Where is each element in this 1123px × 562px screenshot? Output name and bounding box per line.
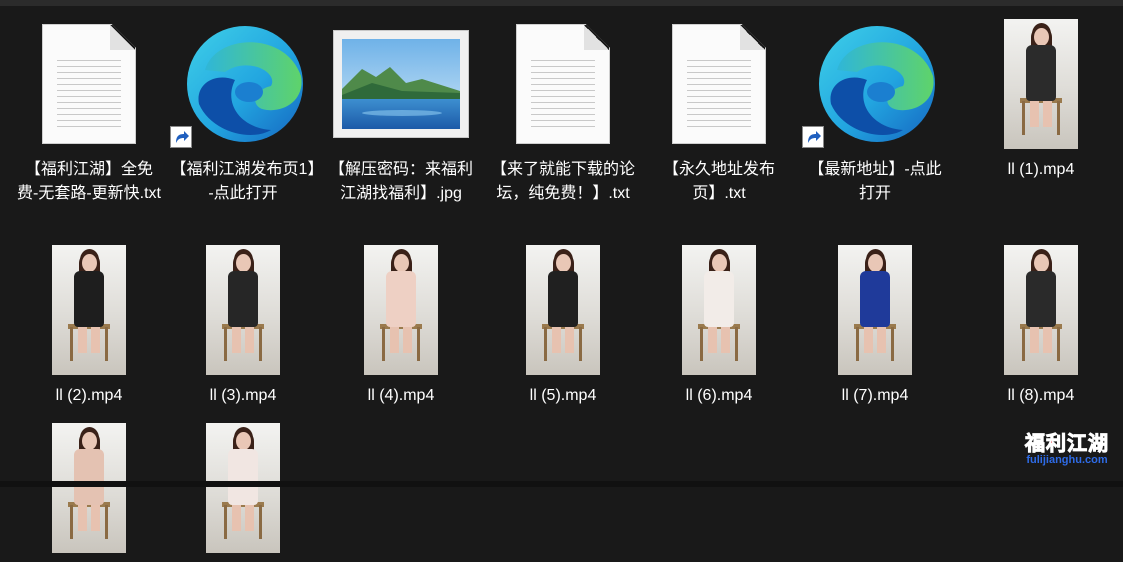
file-thumbnail[interactable]	[486, 20, 640, 148]
file-thumbnail[interactable]	[642, 20, 796, 148]
file-item[interactable]: ll (7).mp4	[798, 245, 952, 408]
file-name-label[interactable]: 【福利江湖发布页1】-点此打开	[166, 158, 320, 206]
video-thumbnail	[364, 245, 438, 375]
text-file-icon	[672, 24, 766, 144]
video-thumbnail	[838, 245, 912, 375]
shortcut-arrow-icon	[802, 126, 824, 148]
file-item[interactable]	[12, 423, 166, 562]
shortcut-arrow-icon	[170, 126, 192, 148]
file-thumbnail[interactable]	[166, 20, 320, 148]
file-item[interactable]: 【福利江湖】全免费-无套路-更新快.txt	[12, 20, 166, 206]
file-item[interactable]: ll (3).mp4	[166, 245, 320, 408]
file-thumbnail[interactable]	[166, 423, 320, 553]
file-thumbnail[interactable]	[964, 19, 1118, 149]
video-thumbnail	[682, 245, 756, 375]
file-item[interactable]: ll (5).mp4	[486, 245, 640, 408]
file-item[interactable]: 【最新地址】-点此打开	[798, 20, 952, 206]
file-name-label[interactable]: 【永久地址发布页】.txt	[642, 158, 796, 206]
edge-browser-icon	[187, 26, 303, 142]
file-name-label[interactable]: 【福利江湖】全免费-无套路-更新快.txt	[12, 158, 166, 206]
file-thumbnail[interactable]	[798, 20, 952, 148]
video-thumbnail	[52, 423, 126, 553]
file-item[interactable]: ll (2).mp4	[12, 245, 166, 408]
video-thumbnail	[52, 245, 126, 375]
file-item[interactable]: ll (6).mp4	[642, 245, 796, 408]
video-thumbnail	[1004, 245, 1078, 375]
file-item[interactable]: 【永久地址发布页】.txt	[642, 20, 796, 206]
file-thumbnail[interactable]	[798, 245, 952, 375]
file-item[interactable]	[166, 423, 320, 562]
file-thumbnail[interactable]	[486, 245, 640, 375]
watermark-logo: 福利江湖 fulijianghu.com	[1021, 432, 1113, 467]
video-thumbnail	[206, 423, 280, 553]
file-name-label[interactable]: ll (8).mp4	[964, 384, 1118, 408]
file-thumbnail[interactable]	[964, 245, 1118, 375]
video-thumbnail	[1004, 19, 1078, 149]
file-thumbnail[interactable]	[324, 20, 478, 148]
file-grid: 【福利江湖】全免费-无套路-更新快.txt 【福利江湖发布页1】-点此打开 【解压密…	[0, 0, 1123, 553]
text-file-icon	[516, 24, 610, 144]
file-name-label[interactable]: 【解压密码：来福利江湖找福利】.jpg	[324, 158, 478, 206]
file-item[interactable]: 【福利江湖发布页1】-点此打开	[166, 20, 320, 206]
horizontal-scrollbar[interactable]	[0, 481, 1123, 487]
file-name-label[interactable]: ll (3).mp4	[166, 384, 320, 408]
watermark-url: fulijianghu.com	[1026, 454, 1108, 466]
file-name-label[interactable]: ll (6).mp4	[642, 384, 796, 408]
file-name-label[interactable]: 【最新地址】-点此打开	[798, 158, 952, 206]
file-item[interactable]: ll (1).mp4	[964, 19, 1118, 182]
video-thumbnail	[526, 245, 600, 375]
file-name-label[interactable]: ll (4).mp4	[324, 384, 478, 408]
file-item[interactable]: 【解压密码：来福利江湖找福利】.jpg	[324, 20, 478, 206]
file-item[interactable]: 【来了就能下载的论坛，纯免费！】.txt	[486, 20, 640, 206]
text-file-icon	[42, 24, 136, 144]
file-name-label[interactable]: ll (2).mp4	[12, 384, 166, 408]
file-thumbnail[interactable]	[12, 20, 166, 148]
video-thumbnail	[206, 245, 280, 375]
edge-browser-icon	[819, 26, 935, 142]
file-thumbnail[interactable]	[166, 245, 320, 375]
file-thumbnail[interactable]	[324, 245, 478, 375]
file-item[interactable]: ll (4).mp4	[324, 245, 478, 408]
file-thumbnail[interactable]	[642, 245, 796, 375]
file-name-label[interactable]: 【来了就能下载的论坛，纯免费！】.txt	[486, 158, 640, 206]
file-name-label[interactable]: ll (5).mp4	[486, 384, 640, 408]
watermark-title: 福利江湖	[1025, 431, 1109, 455]
image-file-icon	[333, 30, 469, 138]
file-thumbnail[interactable]	[12, 423, 166, 553]
file-item[interactable]: ll (8).mp4	[964, 245, 1118, 408]
file-name-label[interactable]: ll (1).mp4	[964, 158, 1118, 182]
file-thumbnail[interactable]	[12, 245, 166, 375]
file-name-label[interactable]: ll (7).mp4	[798, 384, 952, 408]
